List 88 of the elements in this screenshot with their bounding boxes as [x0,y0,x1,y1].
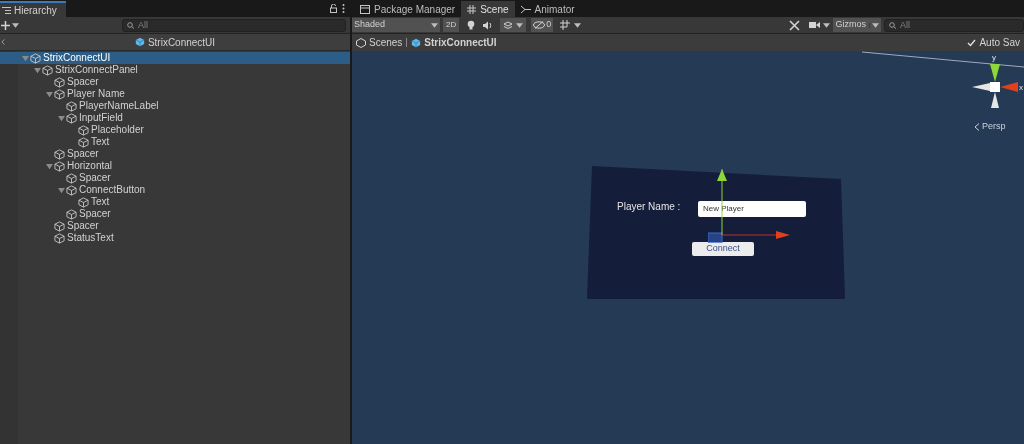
cube-icon [42,64,53,76]
tree-item[interactable]: PlayerNameLabel [0,100,350,112]
tree-item[interactable]: Text [0,136,350,148]
cube-icon [54,232,65,244]
camera-dropdown[interactable] [809,21,831,29]
cube-icon [30,52,41,64]
tree-item[interactable]: Spacer [0,220,350,232]
y-axis-label: y [992,52,996,64]
chevron-left-icon [974,122,980,131]
search-icon [889,21,897,29]
add-button[interactable] [1,20,19,30]
animator-icon [520,4,531,14]
lightbulb-icon[interactable] [467,20,476,30]
cube-icon [66,100,77,112]
tree-item[interactable]: StrixConnectUI [0,52,350,64]
grid-dropdown[interactable] [558,18,584,32]
expanded-triangle-icon[interactable] [33,66,41,74]
cube-icon [54,76,65,88]
shading-dropdown[interactable]: Shaded [352,18,440,32]
connect-button[interactable]: Connect [692,242,754,256]
lock-icon[interactable] [330,4,337,13]
cube-icon [54,160,65,172]
expanded-triangle-icon[interactable] [57,114,65,122]
gizmos-dropdown[interactable]: Gizmos [833,18,881,32]
tree-item[interactable]: StrixConnectPanel [0,64,350,76]
player-name-label: Player Name : [617,200,681,214]
2d-toggle[interactable]: 2D [443,18,460,32]
hidden-objects-toggle[interactable]: 0 [531,18,554,32]
layers-icon [503,20,514,30]
back-icon[interactable] [1,39,5,45]
expanded-triangle-icon[interactable] [45,162,53,170]
cube-icon [54,220,65,232]
speaker-icon[interactable] [483,20,494,30]
caret-icon [823,22,831,28]
tree-item[interactable]: Player Name [0,88,350,100]
grid-icon [467,4,477,14]
caret-icon [574,22,582,28]
expanded-triangle-icon[interactable] [45,90,53,98]
cube-icon [54,88,65,100]
cube-icon [78,124,89,136]
cube-icon [54,148,65,160]
package-icon [360,4,370,14]
tree-item[interactable]: StatusText [0,232,350,244]
tree-item[interactable]: Placeholder [0,124,350,136]
tree-item[interactable]: Spacer [0,76,350,88]
tree-item[interactable]: InputField [0,112,350,124]
cube-icon [66,184,77,196]
hidden-eye-icon [533,21,546,29]
prefab-cube-icon [411,37,422,48]
caret-icon [872,22,879,28]
tree-item[interactable]: ConnectButton [0,184,350,196]
unity-logo-icon [356,37,366,48]
check-icon [967,38,977,47]
more-icon[interactable] [342,4,345,13]
scene-viewport[interactable]: Player Name : New Player Connect y x Persp [352,51,1024,444]
tree-item[interactable]: Horizontal [0,160,350,172]
cube-icon [66,112,77,124]
grid-snap-icon [560,20,571,30]
tools-icon[interactable] [789,19,801,31]
expanded-triangle-icon[interactable] [57,186,65,194]
scene-title: StrixConnectUI [147,35,216,50]
cube-icon [66,172,77,184]
search-icon [127,21,135,29]
caret-icon [516,22,524,28]
auto-save-checkbox[interactable]: Auto Sav [967,35,1020,50]
effects-dropdown[interactable] [500,18,527,32]
prefab-cube-icon [134,37,145,47]
breadcrumb-link[interactable]: Scenes [356,35,403,50]
list-icon [2,6,11,14]
breadcrumb-link[interactable]: StrixConnectUI [411,35,497,50]
player-name-input[interactable]: New Player [698,201,806,217]
scene-search-field[interactable]: All [884,18,1024,32]
plus-icon [1,20,10,30]
cube-icon [66,208,77,220]
tree-item[interactable]: Spacer [0,148,350,160]
perspective-toggle[interactable]: Persp [974,120,1006,134]
caret-icon [12,22,19,28]
cube-icon [78,196,89,208]
x-axis-label: x [1019,82,1023,94]
search-field[interactable]: All [122,18,346,32]
panel-tab[interactable]: Scene [461,1,515,17]
tree-item[interactable]: Text [0,196,350,208]
caret-icon [431,22,438,28]
hierarchy-tab[interactable]: Hierarchy [0,1,66,17]
tree-item[interactable]: Spacer [0,172,350,184]
camera-icon [809,21,821,29]
tree-item[interactable]: Spacer [0,208,350,220]
cube-icon [78,136,89,148]
